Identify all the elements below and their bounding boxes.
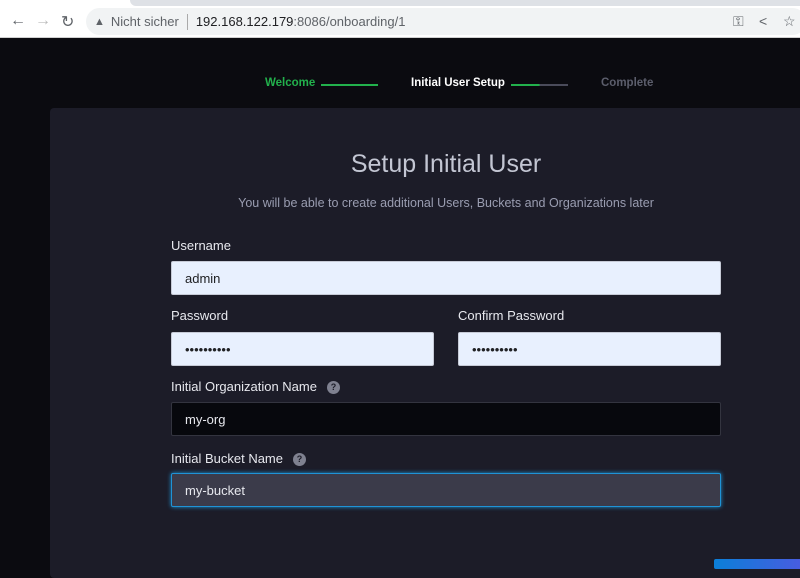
bucket-label-text: Initial Bucket Name (171, 451, 283, 466)
bucket-label: Initial Bucket Name? (171, 451, 306, 467)
warning-icon: ▲ (94, 15, 105, 28)
password-label: Password (171, 308, 229, 323)
key-icon[interactable]: ⚿ (733, 13, 744, 30)
onboarding-steps: Welcome Initial User Setup Complete (0, 77, 800, 93)
confirm-password-input[interactable]: •••••••••• (458, 332, 721, 366)
org-input[interactable]: my-org (171, 402, 721, 436)
confirm-password-label: Confirm Password (458, 308, 565, 323)
password-input[interactable]: •••••••••• (171, 332, 434, 366)
help-icon[interactable]: ? (326, 381, 340, 395)
browser-toolbar: ← → ↻ ▲ Nicht sicher 192.168.122.179 :80… (0, 6, 800, 38)
url-path: :8086/onboarding/1 (293, 14, 406, 29)
username-input[interactable]: admin (171, 261, 721, 295)
forward-icon[interactable]: → (35, 12, 51, 30)
org-label-text: Initial Organization Name (171, 379, 317, 394)
continue-button[interactable] (714, 559, 800, 569)
step-welcome: Welcome (265, 77, 316, 89)
url-host: 192.168.122.179 (195, 14, 294, 29)
divider (186, 13, 188, 30)
star-icon[interactable]: ☆ (783, 13, 796, 30)
step-connector (511, 84, 568, 86)
step-complete: Complete (601, 77, 654, 89)
help-icon[interactable]: ? (293, 453, 306, 467)
back-icon[interactable]: ← (10, 12, 26, 30)
bucket-input[interactable]: my-bucket (171, 473, 721, 507)
username-label: Username (171, 238, 231, 253)
page-title: Setup Initial User (350, 150, 542, 178)
security-label: Nicht sicher (110, 14, 179, 29)
share-icon[interactable]: < (759, 13, 767, 29)
page-subtitle: You will be able to create additional Us… (238, 196, 654, 210)
step-initial-user-setup: Initial User Setup (411, 77, 505, 89)
org-label: Initial Organization Name? (171, 379, 340, 395)
reload-icon[interactable]: ↻ (61, 12, 74, 32)
address-bar[interactable]: ▲ Nicht sicher 192.168.122.179 :8086/onb… (86, 8, 800, 35)
step-connector (321, 84, 378, 86)
